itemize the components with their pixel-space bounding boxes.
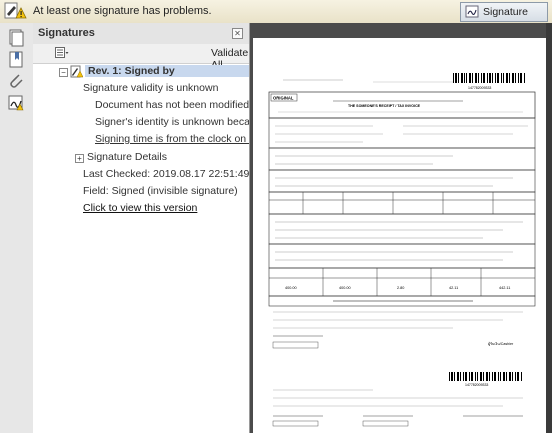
- barcode-top: [453, 73, 525, 83]
- total-cell: 400.00: [339, 286, 351, 290]
- panel-title: Signatures: [38, 27, 95, 39]
- signature-label: Rev. 1: Signed by: [88, 65, 175, 77]
- panel-toolbar: Validate All: [33, 44, 249, 71]
- page-title-original: ORIGINAL: [273, 96, 294, 101]
- detail-line: Signer's identity is unknown because it …: [95, 116, 249, 128]
- signature-warning-icon: [70, 65, 83, 78]
- status-message: At least one signature has problems.: [33, 5, 212, 17]
- signature-tree: − Rev. 1: Signed by Signature validity i…: [33, 63, 249, 433]
- document-page: 147782009333 ORIGINAL THE SOMEONE'S RECE…: [253, 38, 548, 433]
- view-version-link[interactable]: Click to view this version: [83, 202, 197, 214]
- last-checked: Last Checked: 2019.08.17 22:51:49 +07'00…: [83, 168, 249, 180]
- receipt-document: 147782009333 ORIGINAL THE SOMEONE'S RECE…: [268, 73, 536, 427]
- signature-row[interactable]: Rev. 1: Signed by: [85, 65, 249, 77]
- bookmarks-icon[interactable]: [6, 50, 26, 70]
- barcode-number-bottom: 147782009333: [465, 383, 488, 387]
- cashier-signature-label: ผู้รับเงิน/Cashier: [488, 341, 514, 346]
- signature-status-bar: At least one signature has problems. Sig…: [0, 0, 552, 36]
- barcode-bottom: [449, 372, 522, 381]
- detail-line: Signing time is from the clock on the si…: [95, 133, 249, 145]
- expand-toggle[interactable]: +: [75, 154, 84, 163]
- signature-panel-button[interactable]: Signature Panel: [460, 2, 548, 36]
- total-cell: 400.00: [285, 286, 297, 290]
- options-menu-icon[interactable]: [55, 47, 69, 59]
- barcode-number-top: 147782009333: [468, 86, 491, 90]
- receipt-title: THE SOMEONE'S RECEIPT / TAX INVOICE: [348, 104, 421, 108]
- collapse-toggle[interactable]: −: [59, 68, 68, 77]
- field-info: Field: Signed (invisible signature): [83, 185, 238, 197]
- navigation-rail: [0, 23, 34, 433]
- signatures-icon[interactable]: [6, 93, 26, 113]
- signatures-panel: Signatures ✕ Validate All − Rev. 1: Sign…: [33, 23, 250, 433]
- pages-icon[interactable]: [6, 28, 26, 48]
- total-cell: 442.11: [499, 286, 510, 290]
- panel-header: Signatures ✕: [33, 23, 249, 45]
- detail-line: Document has not been modified since thi…: [95, 99, 249, 111]
- warning-pen-icon: [4, 2, 27, 19]
- signature-validity: Signature validity is unknown: [83, 82, 219, 94]
- document-view[interactable]: 147782009333 ORIGINAL THE SOMEONE'S RECE…: [250, 23, 552, 433]
- signature-details-item[interactable]: Signature Details: [87, 151, 167, 163]
- close-panel-button[interactable]: ✕: [232, 28, 243, 39]
- total-cell: 42.11: [449, 286, 458, 290]
- document-scrollbar[interactable]: [546, 23, 552, 433]
- total-cell: 2.80: [397, 286, 404, 290]
- signature-panel-icon: [465, 5, 479, 18]
- attachments-icon[interactable]: [6, 71, 26, 91]
